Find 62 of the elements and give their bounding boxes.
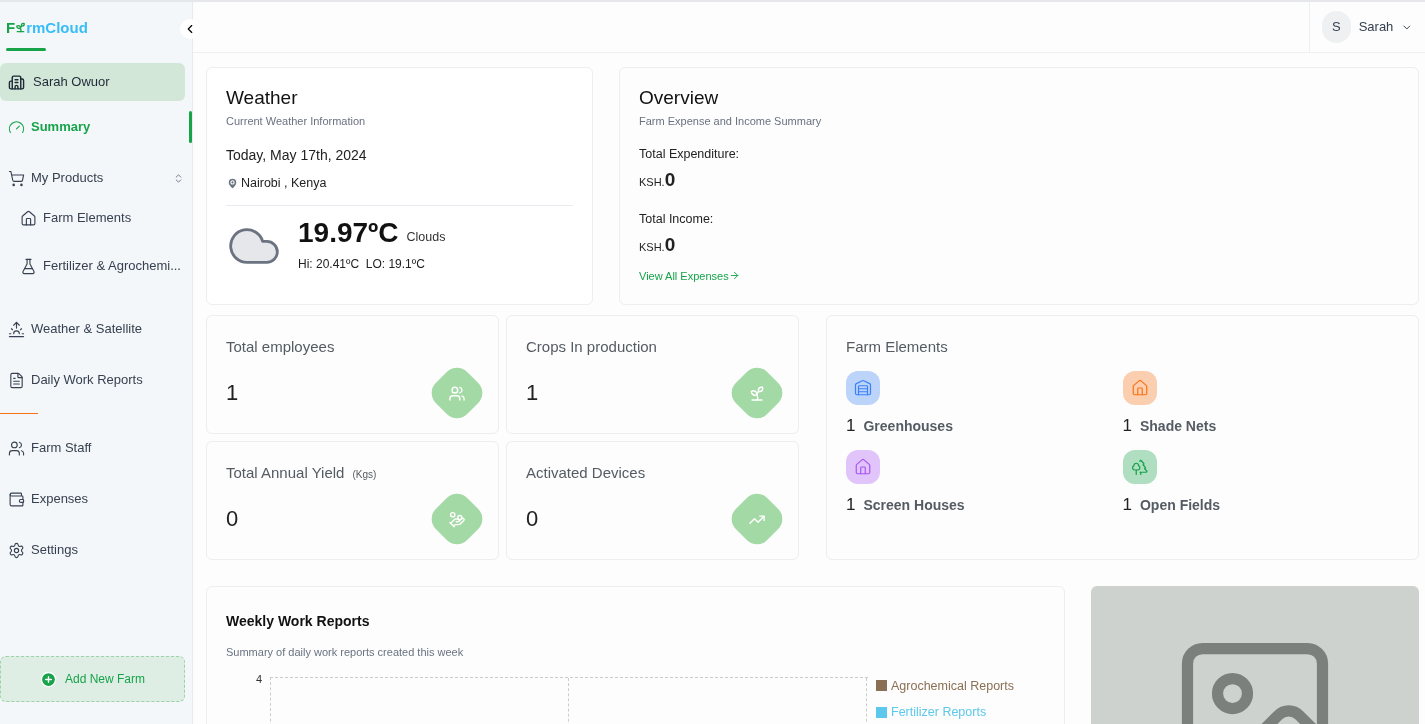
card-subtitle: Summary of daily work reports created this week: [226, 645, 465, 660]
element-count: 1: [1122, 414, 1132, 437]
element-count: 1: [846, 494, 856, 516]
currency-label: KSH.: [639, 241, 665, 255]
total-amount: 0: [664, 167, 676, 192]
stat-value: 1: [526, 379, 539, 407]
location-pin-icon: [226, 176, 239, 190]
stat-label: Crops In production: [526, 337, 657, 357]
card-title: Farm Elements: [846, 337, 949, 357]
stat-label: Total Annual Yield: [226, 463, 345, 483]
plus-icon: [40, 670, 57, 688]
logo: F rmCloud: [6, 20, 88, 35]
sidebar-item[interactable]: Fertilizer & Agrochemi...: [0, 248, 192, 284]
sidebar-item[interactable]: Settings: [0, 532, 192, 568]
temperature: 19.97ºC: [298, 218, 399, 247]
currency-label: KSH.: [639, 175, 665, 190]
stat-value: 0: [526, 505, 539, 533]
nav-icon: [8, 541, 25, 559]
avatar: S: [1322, 11, 1351, 43]
stat-value: 1: [226, 379, 239, 407]
nav-icon: [8, 320, 25, 338]
sidebar-item[interactable]: Daily Work Reports: [0, 362, 192, 398]
legend-label: Agrochemical Reports: [891, 677, 1014, 695]
sidebar-item[interactable]: Weather & Satellite: [0, 311, 192, 347]
sidebar-item[interactable]: Expenses: [0, 481, 192, 517]
sidebar-item[interactable]: Farm Elements: [0, 200, 192, 236]
user-menu[interactable]: S Sarah: [1309, 2, 1425, 52]
nav-icon: [8, 118, 25, 136]
building-icon: [8, 73, 25, 91]
element-label: Open Fields: [1139, 496, 1221, 515]
sidebar-item[interactable]: Farm Staff: [0, 430, 192, 466]
nav-icon: [8, 371, 25, 389]
nav-icon: [8, 490, 25, 508]
element-label: Shade Nets: [1139, 416, 1217, 436]
condition-text: Clouds: [406, 229, 446, 246]
stat-value: 0: [226, 505, 239, 533]
card-title: Overview: [639, 86, 720, 110]
card-subtitle: Farm Expense and Income Summary: [639, 113, 823, 129]
element-label: Screen Houses: [863, 496, 965, 515]
hi-lo-text: Hi: 20.41ºC LO: 19.1ºC: [298, 255, 426, 273]
date-text: Today, May 17th, 2024: [226, 146, 368, 165]
total-label: Total Income:: [639, 211, 715, 229]
element-count: 1: [846, 414, 856, 437]
nav-icon: [8, 169, 25, 187]
card-title: Weather: [226, 86, 299, 110]
active-indicator: [189, 111, 192, 143]
stat-label: Total employees: [226, 337, 335, 357]
location-text: Nairobi , Kenya: [241, 175, 327, 192]
sidebar-item[interactable]: My Products: [0, 160, 173, 196]
unit-label: (Kgs): [352, 468, 377, 482]
element-label: Greenhouses: [863, 416, 953, 436]
element-count: 1: [1122, 494, 1132, 516]
legend-label: Fertilizer Reports: [891, 704, 987, 722]
farm-selector[interactable]: Sarah Owuor: [0, 63, 185, 101]
total-amount: 0: [664, 233, 676, 257]
stat-label: Activated Devices: [526, 463, 646, 483]
arrow-right-icon: [728, 270, 740, 282]
nav-icon: [8, 439, 25, 457]
card-title: Weekly Work Reports: [226, 612, 371, 631]
total-label: Total Expenditure:: [639, 146, 741, 163]
axis-tick: 4: [254, 671, 263, 687]
card-subtitle: Current Weather Information: [226, 113, 367, 129]
